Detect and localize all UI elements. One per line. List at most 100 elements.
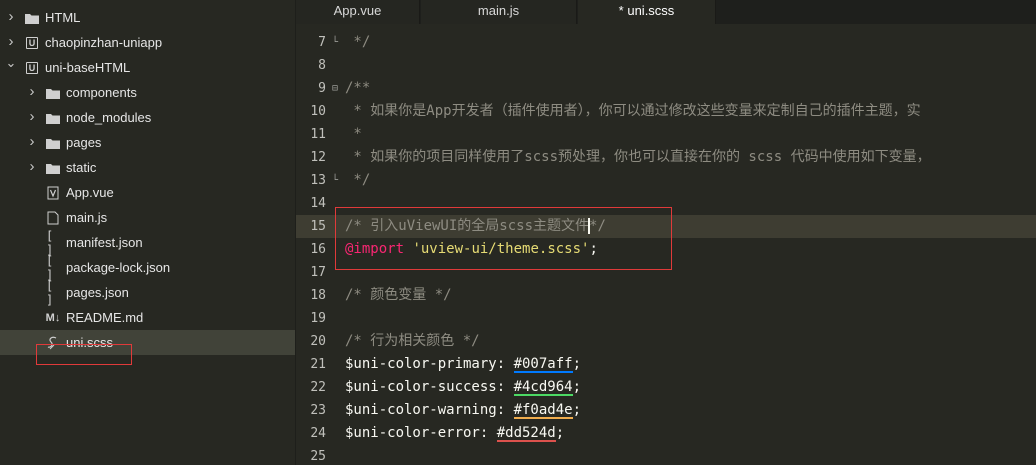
json-file-icon: [ ] (46, 279, 54, 307)
tree-item-label: main.js (66, 210, 108, 225)
code-line[interactable]: 24 $uni-color-error: #dd524d; (296, 422, 1036, 445)
markdown-file-icon: M↓ (45, 312, 61, 324)
code-line[interactable]: 22 $uni-color-success: #4cd964; (296, 376, 1036, 399)
code-line[interactable]: 20 /* 行为相关颜色 */ (296, 330, 1036, 353)
line-number: 25 (310, 449, 326, 464)
tab-uni-scss[interactable]: * uni.scss (578, 0, 716, 24)
tree-item-main-js[interactable]: main.js (0, 205, 295, 230)
code-text: $uni-color-error: #dd524d; (345, 422, 564, 445)
color-swatch-underline (496, 440, 556, 442)
code-line[interactable]: 13 └ */ (296, 169, 1036, 192)
fold-guide-icon: └ (332, 175, 339, 186)
code-text: $uni-color-primary: #007aff; (345, 353, 581, 376)
code-line[interactable]: 25 (296, 445, 1036, 465)
js-file-icon (46, 211, 60, 225)
vue-file-icon (46, 186, 60, 200)
code-text: /** (345, 77, 370, 100)
tree-item-pages[interactable]: › pages (0, 130, 295, 155)
code-text: * (345, 123, 361, 146)
code-token: /* 行为相关颜色 */ (345, 333, 480, 349)
line-number: 9 (318, 81, 326, 96)
color-swatch-underline (513, 371, 573, 373)
code-text: * 如果你的项目同样使用了scss预处理，你也可以直接在你的 scss 代码中使… (345, 146, 931, 169)
chevron-down-icon[interactable]: ⌄ (5, 55, 17, 71)
tree-item-chaopinzhan-uniapp[interactable]: › Uchaopinzhan-uniapp (0, 30, 295, 55)
project-icon: U (25, 61, 39, 75)
code-token: ; (572, 356, 582, 372)
code-token: $uni-color-error: (345, 425, 497, 441)
code-text: /* 行为相关颜色 */ (345, 330, 480, 353)
code-line[interactable]: 11 * (296, 123, 1036, 146)
code-token: * 如果你是App开发者（插件使用者），你可以通过修改这些变量来定制自己的插件主… (345, 103, 921, 119)
tree-item-html[interactable]: › HTML (0, 5, 295, 30)
code-line[interactable]: 21 $uni-color-primary: #007aff; (296, 353, 1036, 376)
tree-item-pages-json[interactable]: [ ] pages.json (0, 279, 295, 307)
code-line[interactable]: 8 (296, 54, 1036, 77)
json-file-icon: [ ] (46, 254, 54, 282)
code-text: * 如果你是App开发者（插件使用者），你可以通过修改这些变量来定制自己的插件主… (345, 100, 921, 123)
line-number: 24 (310, 426, 326, 441)
tree-item-label: manifest.json (66, 235, 143, 250)
chevron-right-icon[interactable]: › (5, 8, 17, 25)
line-number: 21 (310, 357, 326, 372)
code-line[interactable]: 18 /* 颜色变量 */ (296, 284, 1036, 307)
tree-item-manifest-json[interactable]: [ ] manifest.json (0, 229, 295, 257)
chevron-right-icon[interactable]: › (5, 33, 17, 50)
tree-item-label: App.vue (66, 185, 114, 200)
color-swatch-underline (513, 417, 573, 419)
code-text: */ (345, 31, 370, 54)
fold-toggle-icon[interactable]: ⊟ (332, 77, 338, 100)
tree-item-uni-basehtml[interactable]: ⌄ Uuni-baseHTML (0, 55, 295, 80)
folder-icon (46, 136, 60, 150)
line-number: 17 (310, 265, 326, 280)
json-file-icon: [ ] (46, 229, 54, 257)
folder-icon (46, 86, 60, 100)
chevron-right-icon[interactable]: › (26, 133, 38, 150)
chevron-right-icon[interactable]: › (26, 108, 38, 125)
code-text: $uni-color-warning: #f0ad4e; (345, 399, 581, 422)
code-token: ; (572, 379, 582, 395)
tree-item-label: pages.json (66, 285, 129, 300)
tree-item-label: uni-baseHTML (45, 60, 131, 75)
line-number: 12 (310, 150, 326, 165)
tree-item-node-modules[interactable]: › node_modules (0, 105, 295, 130)
code-token: ; (572, 402, 582, 418)
color-value-token: #f0ad4e (513, 402, 573, 419)
tree-item-components[interactable]: › components (0, 80, 295, 105)
code-token: * 如果你的项目同样使用了scss预处理，你也可以直接在你的 scss 代码中使… (345, 149, 931, 165)
chevron-right-icon[interactable]: › (26, 83, 38, 100)
color-swatch-underline (513, 394, 573, 396)
line-number: 13 (310, 173, 326, 188)
chevron-right-icon[interactable]: › (26, 158, 38, 175)
fold-guide-icon: └ (332, 37, 339, 48)
code-token: /** (345, 80, 371, 96)
code-editor[interactable]: 7 └ */ 8 9 ⊟ /** 10 * 如果你是App开发者（插件使用者），你可以通过修… (296, 24, 1036, 465)
tree-item-label: HTML (45, 10, 81, 25)
code-line[interactable]: 23 $uni-color-warning: #f0ad4e; (296, 399, 1036, 422)
tree-item-static[interactable]: › static (0, 155, 295, 180)
line-number: 23 (310, 403, 326, 418)
tree-item-label: static (66, 160, 97, 175)
code-line[interactable]: 7 └ */ (296, 31, 1036, 54)
code-token: /* 颜色变量 */ (345, 287, 452, 303)
color-value-token: #4cd964 (513, 379, 573, 396)
color-value-token: #007aff (513, 356, 573, 373)
tab-main-js[interactable]: main.js (421, 0, 577, 24)
folder-icon (46, 111, 60, 125)
code-token: $uni-color-success: (345, 379, 514, 395)
code-line[interactable]: 9 ⊟ /** (296, 77, 1036, 100)
code-line[interactable]: 10 * 如果你是App开发者（插件使用者），你可以通过修改这些变量来定制自己的… (296, 100, 1036, 123)
code-token: */ (345, 34, 371, 50)
code-line[interactable]: 12 * 如果你的项目同样使用了scss预处理，你也可以直接在你的 scss 代… (296, 146, 1036, 169)
project-icon: U (25, 36, 39, 50)
tree-item-app-vue[interactable]: App.vue (0, 180, 295, 205)
code-line[interactable]: 19 (296, 307, 1036, 330)
tree-item-readme-md[interactable]: M↓ README.md (0, 305, 295, 330)
tab-app-vue[interactable]: App.vue (296, 0, 420, 24)
tree-item-package-lock-json[interactable]: [ ] package-lock.json (0, 254, 295, 282)
line-number: 16 (310, 242, 326, 257)
line-number: 7 (318, 35, 326, 50)
line-number: 15 (310, 219, 326, 234)
file-explorer: › HTML › Uchaopinzhan-uniapp ⌄ Uuni-baseHTML ›… (0, 0, 296, 465)
tree-item-label: node_modules (66, 110, 152, 125)
